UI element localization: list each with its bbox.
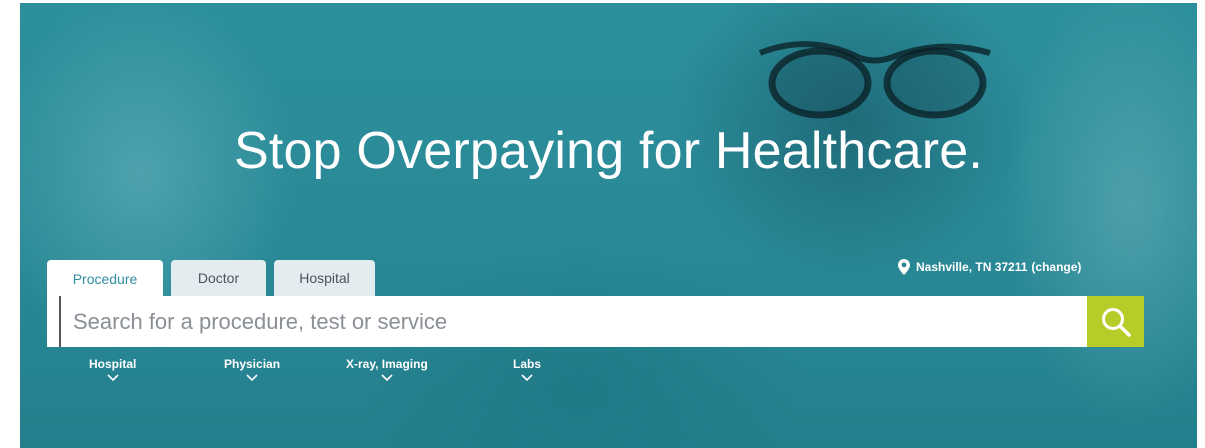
category-label: Hospital [89, 357, 137, 371]
search-input[interactable] [59, 296, 1087, 347]
hero-banner: Stop Overpaying for Healthcare. Nashvill… [20, 3, 1197, 448]
category-physician[interactable]: Physician [224, 357, 280, 381]
category-label: Physician [224, 357, 281, 371]
category-xray-imaging[interactable]: X-ray, Imaging [346, 357, 428, 381]
category-shortcuts: Hospital Physician X-ray, Imaging Labs [20, 357, 620, 397]
map-pin-icon [898, 259, 910, 275]
location-change-link[interactable]: (change) [1031, 260, 1081, 274]
tab-procedure[interactable]: Procedure [47, 260, 163, 297]
search-icon [1101, 307, 1131, 337]
location-selector[interactable]: Nashville, TN 37211 (change) [898, 259, 1081, 275]
category-label: Labs [513, 357, 542, 371]
category-labs[interactable]: Labs [513, 357, 541, 381]
chevron-down-icon [107, 374, 119, 381]
category-label: X-ray, Imaging [346, 357, 428, 371]
location-text: Nashville, TN 37211 [916, 260, 1028, 274]
chevron-down-icon [381, 374, 393, 381]
search-bar [47, 296, 1144, 347]
search-button[interactable] [1087, 296, 1144, 347]
category-hospital[interactable]: Hospital [89, 357, 136, 381]
chevron-down-icon [246, 374, 258, 381]
search-tabs: Procedure Doctor Hospital [47, 260, 383, 297]
tab-hospital[interactable]: Hospital [274, 260, 375, 296]
tab-doctor[interactable]: Doctor [171, 260, 266, 296]
chevron-down-icon [521, 374, 533, 381]
background-photo-glasses [758, 41, 991, 119]
page-title: Stop Overpaying for Healthcare. [233, 122, 984, 180]
